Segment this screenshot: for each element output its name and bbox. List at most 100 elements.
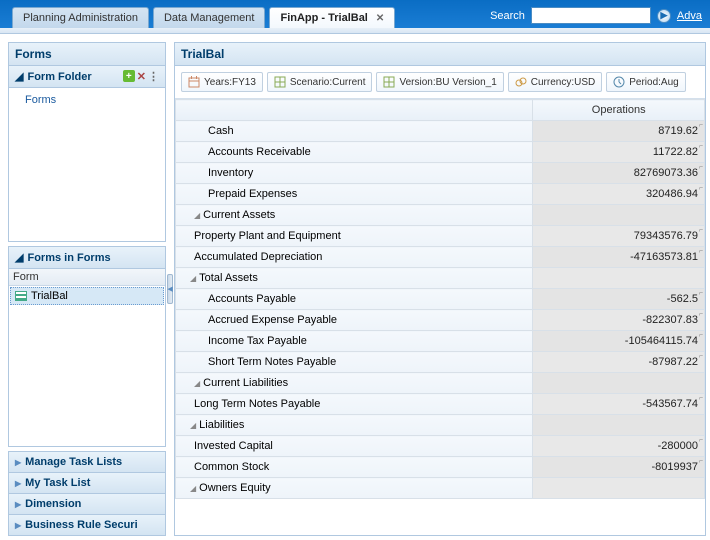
cell-mark-icon: ⌐	[699, 248, 703, 255]
splitter-handle-icon: ◀	[167, 274, 173, 304]
grid-icon	[274, 76, 286, 88]
row-header[interactable]: Inventory	[176, 163, 533, 184]
pov-scenario[interactable]: Scenario:Current	[267, 72, 373, 92]
cell-mark-icon: ⌐	[699, 353, 703, 360]
cell-value[interactable]: -822307.83⌐	[533, 310, 705, 331]
close-icon[interactable]: ✕	[376, 13, 384, 24]
main-area: Forms ◢ Form Folder + ✕ ⋮ Forms	[0, 34, 710, 540]
cell-value[interactable]: -105464115.74⌐	[533, 331, 705, 352]
row-header[interactable]: ◢Total Assets	[176, 268, 533, 289]
more-icon[interactable]: ⋮	[148, 70, 159, 83]
search-input[interactable]	[531, 7, 651, 24]
row-label: Property Plant and Equipment	[194, 230, 341, 242]
row-header[interactable]: Common Stock	[176, 457, 533, 478]
row-header[interactable]: Prepaid Expenses	[176, 184, 533, 205]
pov-years[interactable]: Years:FY13	[181, 72, 263, 92]
pov-currency[interactable]: Currency:USD	[508, 72, 602, 92]
form-list-body: TrialBal	[9, 286, 165, 446]
clock-icon	[613, 76, 625, 88]
row-header[interactable]: Short Term Notes Payable	[176, 352, 533, 373]
collapse-icon[interactable]: ◢	[15, 251, 23, 264]
row-header[interactable]: ◢Owners Equity	[176, 478, 533, 499]
col-header-operations[interactable]: Operations	[533, 100, 705, 121]
row-header[interactable]: Long Term Notes Payable	[176, 394, 533, 415]
cell-value[interactable]: 8719.62⌐	[533, 121, 705, 142]
row-label: Common Stock	[194, 461, 269, 473]
stack-manage-task-lists[interactable]: ▶Manage Task Lists	[9, 452, 165, 472]
splitter[interactable]: ◀	[166, 42, 174, 536]
cell-value[interactable]: 320486.94⌐	[533, 184, 705, 205]
cell-value[interactable]: 82769073.36⌐	[533, 163, 705, 184]
stack-business-rule-security[interactable]: ▶Business Rule Securi	[9, 515, 165, 535]
forms-in-forms-header: ◢ Forms in Forms	[9, 247, 165, 269]
chevron-right-icon: ▶	[15, 500, 21, 509]
cell-value[interactable]: -8019937⌐	[533, 457, 705, 478]
forms-header: Forms	[9, 43, 165, 66]
cell-value[interactable]: -87987.22⌐	[533, 352, 705, 373]
row-label: Long Term Notes Payable	[194, 398, 320, 410]
content-panel: TrialBal Years:FY13 Scenario:Current Ver…	[174, 42, 706, 536]
cell-mark-icon: ⌐	[699, 290, 703, 297]
row-label: Cash	[208, 125, 234, 137]
cell-value[interactable]	[533, 268, 705, 289]
pov-version[interactable]: Version:BU Version_1	[376, 72, 503, 92]
cell-value[interactable]: 11722.82⌐	[533, 142, 705, 163]
stack-my-task-list[interactable]: ▶My Task List	[9, 473, 165, 493]
cell-value[interactable]	[533, 205, 705, 226]
cell-value[interactable]: -280000⌐	[533, 436, 705, 457]
cell-value[interactable]	[533, 415, 705, 436]
collapse-icon[interactable]: ◢	[190, 484, 196, 493]
row-header[interactable]: ◢Current Assets	[176, 205, 533, 226]
row-header[interactable]: Income Tax Payable	[176, 331, 533, 352]
form-list-header: Form	[9, 269, 165, 286]
stack-dimension[interactable]: ▶Dimension	[9, 494, 165, 514]
cell-value[interactable]	[533, 478, 705, 499]
row-header[interactable]: Invested Capital	[176, 436, 533, 457]
row-header[interactable]: Accounts Payable	[176, 289, 533, 310]
row-header[interactable]: Accrued Expense Payable	[176, 310, 533, 331]
top-tab-bar: Planning Administration Data Management …	[0, 0, 710, 28]
row-header[interactable]: Accounts Receivable	[176, 142, 533, 163]
forms-in-forms-panel: ◢ Forms in Forms Form TrialBal	[8, 246, 166, 447]
row-label: Current Liabilities	[203, 377, 288, 389]
collapse-icon[interactable]: ◢	[194, 211, 200, 220]
collapse-icon[interactable]: ◢	[15, 70, 23, 83]
row-label: Invested Capital	[194, 440, 273, 452]
cell-mark-icon: ⌐	[699, 122, 703, 129]
data-grid-scroll[interactable]: Operations Cash 8719.62⌐ Accounts Receivab…	[175, 99, 705, 535]
row-header[interactable]: Cash	[176, 121, 533, 142]
currency-icon	[515, 76, 527, 88]
cell-mark-icon: ⌐	[699, 332, 703, 339]
row-header[interactable]: ◢Liabilities	[176, 415, 533, 436]
cell-mark-icon: ⌐	[699, 437, 703, 444]
collapse-icon[interactable]: ◢	[190, 274, 196, 283]
cell-value[interactable]: -543567.74⌐	[533, 394, 705, 415]
forms-panel: Forms ◢ Form Folder + ✕ ⋮ Forms	[8, 42, 166, 242]
tab-data-management[interactable]: Data Management	[153, 7, 266, 28]
tree-node-forms[interactable]: Forms	[11, 92, 163, 108]
form-folder-header: ◢ Form Folder + ✕ ⋮	[9, 66, 165, 88]
form-folder-tree: Forms	[9, 88, 165, 241]
chevron-right-icon: ▶	[15, 521, 21, 530]
collapse-icon[interactable]: ◢	[194, 379, 200, 388]
cell-value[interactable]: -562.5⌐	[533, 289, 705, 310]
tab-planning-administration[interactable]: Planning Administration	[12, 7, 149, 28]
advanced-link[interactable]: Adva	[677, 10, 702, 22]
content-title: TrialBal	[175, 43, 705, 66]
row-header[interactable]: Accumulated Depreciation	[176, 247, 533, 268]
pov-period[interactable]: Period:Aug	[606, 72, 685, 92]
row-header[interactable]: Property Plant and Equipment	[176, 226, 533, 247]
row-label: Current Assets	[203, 209, 275, 221]
cell-value[interactable]: 79343576.79⌐	[533, 226, 705, 247]
row-header[interactable]: ◢Current Liabilities	[176, 373, 533, 394]
add-folder-icon[interactable]: +	[123, 70, 135, 82]
cell-value[interactable]	[533, 373, 705, 394]
tab-finapp-trialbal[interactable]: FinApp - TrialBal ✕	[269, 7, 395, 28]
delete-icon[interactable]: ✕	[137, 70, 146, 83]
cell-value[interactable]: -47163573.81⌐	[533, 247, 705, 268]
collapse-icon[interactable]: ◢	[190, 421, 196, 430]
row-label: Accounts Receivable	[208, 146, 311, 158]
form-list-item-trialbal[interactable]: TrialBal	[10, 287, 164, 305]
search-go-icon[interactable]: ▶	[657, 9, 671, 23]
cell-mark-icon: ⌐	[699, 164, 703, 171]
